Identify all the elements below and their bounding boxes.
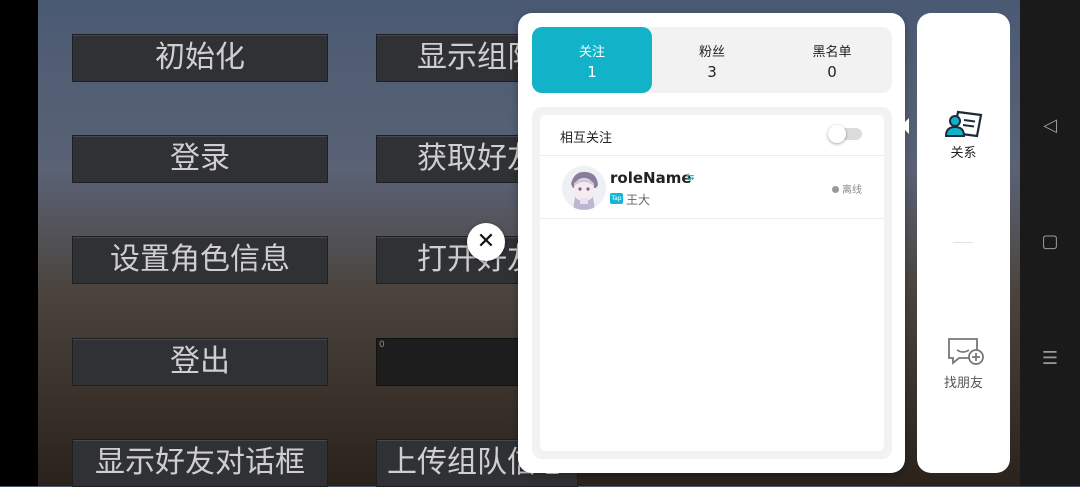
- mutual-follow-label: 相互关注: [560, 131, 613, 146]
- tab-fans-label: 粉丝: [698, 45, 725, 60]
- tab-blacklist-count: 0: [827, 63, 837, 81]
- tap-tag-icon: Tap: [610, 193, 623, 204]
- tab-following[interactable]: 关注 1: [532, 27, 652, 93]
- relationship-card-icon: [944, 110, 982, 138]
- avatar[interactable]: [562, 166, 606, 210]
- status-text: 离线: [842, 185, 862, 196]
- tab-fans[interactable]: 粉丝 3: [652, 27, 772, 93]
- friends-panel: 关注 1 粉丝 3 黑名单 0 相互关注 roleName ⇆ Tap 王大 离…: [518, 13, 905, 473]
- home-nav-icon[interactable]: ▢: [1040, 232, 1060, 252]
- friends-tabs: 关注 1 粉丝 3 黑名单 0: [532, 27, 892, 93]
- tab-following-count: 1: [587, 63, 597, 81]
- tab-following-label: 关注: [578, 45, 605, 60]
- back-nav-icon[interactable]: ◁: [1040, 116, 1060, 136]
- status-dot-icon: [832, 186, 839, 193]
- menu-nav-icon[interactable]: ☰: [1040, 349, 1060, 369]
- tab-blacklist[interactable]: 黑名单 0: [772, 27, 892, 93]
- init-button[interactable]: 初始化: [72, 34, 328, 82]
- left-black-bar: [0, 0, 38, 486]
- friend-list[interactable]: 相互关注 roleName ⇆ Tap 王大 离线: [540, 115, 884, 451]
- side-item-relationship[interactable]: 关系: [917, 108, 1010, 161]
- login-button[interactable]: 登录: [72, 135, 328, 183]
- friend-list-container: 相互关注 roleName ⇆ Tap 王大 离线: [532, 107, 892, 459]
- avatar-character-icon: [562, 166, 606, 210]
- side-item-find-friends-label: 找朋友: [943, 376, 983, 391]
- toggle-knob: [828, 125, 846, 143]
- side-item-find-friends[interactable]: 找朋友: [917, 336, 1010, 391]
- system-nav-bar: ◁ ▢ ☰: [1020, 0, 1080, 486]
- logout-button[interactable]: 登出: [72, 338, 328, 386]
- side-menu: 关系 找朋友: [917, 13, 1010, 473]
- find-friend-message-icon: [947, 338, 984, 365]
- mutual-follow-row: 相互关注: [540, 115, 884, 156]
- close-button[interactable]: ✕: [467, 223, 505, 261]
- mutual-follow-toggle[interactable]: [828, 125, 862, 143]
- list-item[interactable]: roleName ⇆ Tap 王大 离线: [540, 156, 884, 219]
- friend-role-name: roleName: [610, 169, 692, 187]
- friend-nickname: 王大: [626, 193, 651, 207]
- status-badge: 离线: [832, 181, 862, 196]
- game-input-value: 0: [379, 340, 385, 350]
- tab-blacklist-label: 黑名单: [812, 45, 852, 60]
- set-role-info-button[interactable]: 设置角色信息: [72, 236, 328, 284]
- show-friend-dialog-button[interactable]: 显示好友对话框: [72, 439, 328, 487]
- side-item-relationship-label: 关系: [950, 146, 977, 161]
- mutual-badge-icon: ⇆: [686, 172, 695, 183]
- side-menu-pointer: [901, 118, 909, 134]
- side-menu-divider: [953, 242, 973, 243]
- tab-fans-count: 3: [707, 63, 717, 81]
